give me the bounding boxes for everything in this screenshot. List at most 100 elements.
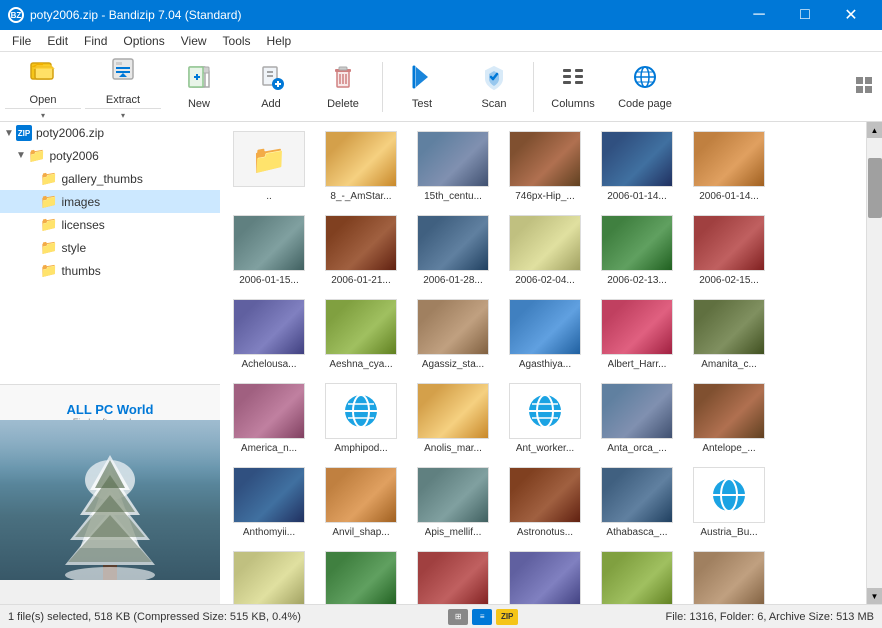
window-title: poty2006.zip - Bandizip 7.04 (Standard) [30, 8, 241, 22]
list-item[interactable]: 2006-01-28... [408, 210, 498, 292]
extract-dropdown-arrow[interactable]: ▾ [85, 108, 161, 122]
status-icon-zip[interactable]: ZIP [496, 609, 518, 625]
file-name: 2006-01-21... [331, 274, 391, 287]
scroll-down-button[interactable]: ▼ [867, 588, 882, 604]
scroll-up-button[interactable]: ▲ [867, 122, 882, 138]
sidebar-item-zip[interactable]: ▼ ZIP poty2006.zip [0, 122, 220, 144]
close-button[interactable]: ✕ [828, 0, 874, 30]
list-item[interactable]: Amanita_c... [684, 294, 774, 376]
sidebar-item-style[interactable]: 📁 style [0, 236, 220, 259]
folder-icon-images: 📁 [40, 193, 57, 210]
list-item[interactable]: Brazilian_N... [684, 546, 774, 604]
list-item[interactable]: Berlin_Worl... [224, 546, 314, 604]
sidebar-item-gallery[interactable]: 📁 gallery_thumbs [0, 167, 220, 190]
sidebar-item-thumbs[interactable]: 📁 thumbs [0, 259, 220, 282]
menu-edit[interactable]: Edit [39, 32, 76, 50]
new-button[interactable]: New [164, 56, 234, 118]
list-item[interactable]: America_n... [224, 378, 314, 460]
file-thumbnail [509, 299, 581, 355]
status-icon-grid[interactable]: ⊞ [448, 609, 468, 625]
toolbar: Open ▾ Extract ▾ [0, 52, 882, 122]
list-item[interactable]: Astronotus... [500, 462, 590, 544]
list-item[interactable]: Apis_mellif... [408, 462, 498, 544]
file-name: Achelousа... [241, 358, 296, 371]
scan-icon [480, 63, 508, 94]
tree-arrow-7 [28, 265, 40, 276]
list-item[interactable]: 2006-02-15... [684, 210, 774, 292]
menu-view[interactable]: View [173, 32, 215, 50]
list-item[interactable]: 8_-_AmStar... [316, 126, 406, 208]
scroll-thumb[interactable] [868, 158, 882, 218]
minimize-button[interactable]: ─ [736, 0, 782, 30]
open-button[interactable]: Open ▾ [4, 56, 82, 118]
tree-arrow-5 [28, 219, 40, 230]
scan-button[interactable]: Scan [459, 56, 529, 118]
open-dropdown-arrow[interactable]: ▾ [5, 108, 81, 122]
list-item[interactable]: Agassiz_sta... [408, 294, 498, 376]
menu-find[interactable]: Find [76, 32, 115, 50]
maximize-button[interactable]: □ [782, 0, 828, 30]
add-button[interactable]: Add [236, 56, 306, 118]
file-name: 2006-01-14... [699, 190, 759, 203]
list-item[interactable]: Agasthiya... [500, 294, 590, 376]
extract-button[interactable]: Extract ▾ [84, 56, 162, 118]
file-thumbnail [325, 299, 397, 355]
file-thumbnail [601, 299, 673, 355]
sidebar-item-images[interactable]: 📁 images [0, 190, 220, 213]
list-item[interactable]: Anthomyii... [224, 462, 314, 544]
list-item[interactable]: 2006-01-14... [684, 126, 774, 208]
main-area: ▼ ZIP poty2006.zip ▼ 📁 poty2006 📁 galler… [0, 122, 882, 604]
list-item[interactable]: 746px-Hip_... [500, 126, 590, 208]
list-item[interactable]: 2006-01-15... [224, 210, 314, 292]
list-item[interactable]: Ant_worker... [500, 378, 590, 460]
list-item[interactable]: Albert_Harr... [592, 294, 682, 376]
delete-button[interactable]: Delete [308, 56, 378, 118]
list-item[interactable]: Anta_orca_... [592, 378, 682, 460]
columns-icon [559, 63, 587, 94]
folder-icon-style: 📁 [40, 239, 57, 256]
list-item[interactable]: Austria_Bu... [684, 462, 774, 544]
list-item[interactable]: Bill_Thom... [316, 546, 406, 604]
sidebar-item-poty2006[interactable]: ▼ 📁 poty2006 [0, 144, 220, 167]
codepage-button[interactable]: Code page [610, 56, 680, 118]
codepage-label: Code page [618, 98, 672, 110]
list-item[interactable]: Boelge_sto... [592, 546, 682, 604]
folder-label-gallery: gallery_thumbs [61, 172, 142, 186]
list-item[interactable]: Achelousа... [224, 294, 314, 376]
file-thumbnail [509, 551, 581, 604]
list-item[interactable]: 2006-02-04... [500, 210, 590, 292]
menu-help[interactable]: Help [259, 32, 300, 50]
file-thumbnail [601, 215, 673, 271]
file-thumbnail [417, 467, 489, 523]
list-item[interactable]: 2006-01-14... [592, 126, 682, 208]
extract-icon [109, 55, 137, 90]
menu-file[interactable]: File [4, 32, 39, 50]
menu-options[interactable]: Options [115, 32, 172, 50]
title-bar: BZ poty2006.zip - Bandizip 7.04 (Standar… [0, 0, 882, 30]
view-toggle-icon[interactable] [854, 75, 874, 95]
list-item[interactable]: Anvil_shap... [316, 462, 406, 544]
list-item[interactable]: Aeshna_cya... [316, 294, 406, 376]
status-icon-list[interactable]: ≡ [472, 609, 492, 625]
list-item[interactable]: Antelope_... [684, 378, 774, 460]
list-item[interactable]: 2006-01-21... [316, 210, 406, 292]
list-item[interactable]: 📁 .. [224, 126, 314, 208]
list-item[interactable]: 2006-02-13... [592, 210, 682, 292]
sidebar-item-licenses[interactable]: 📁 licenses [0, 213, 220, 236]
columns-button[interactable]: Columns [538, 56, 608, 118]
test-button[interactable]: Test [387, 56, 457, 118]
new-icon [185, 63, 213, 94]
list-item[interactable]: Athabasca_... [592, 462, 682, 544]
test-label: Test [412, 98, 432, 110]
file-thumbnail [417, 551, 489, 604]
menu-tools[interactable]: Tools [215, 32, 259, 50]
scrollbar[interactable]: ▲ ▼ [866, 122, 882, 604]
list-item[interactable]: Amphipod... [316, 378, 406, 460]
list-item[interactable]: Anolis_mar... [408, 378, 498, 460]
file-list[interactable]: 📁 .. 8_-_AmStar... 15th_centu... 746px-H… [220, 122, 866, 604]
file-name: America_n... [241, 442, 297, 455]
list-item[interactable]: 15th_centu... [408, 126, 498, 208]
file-thumbnail [693, 467, 765, 523]
list-item[interactable]: Black-head... [500, 546, 590, 604]
list-item[interactable]: Bismuth_cr... [408, 546, 498, 604]
